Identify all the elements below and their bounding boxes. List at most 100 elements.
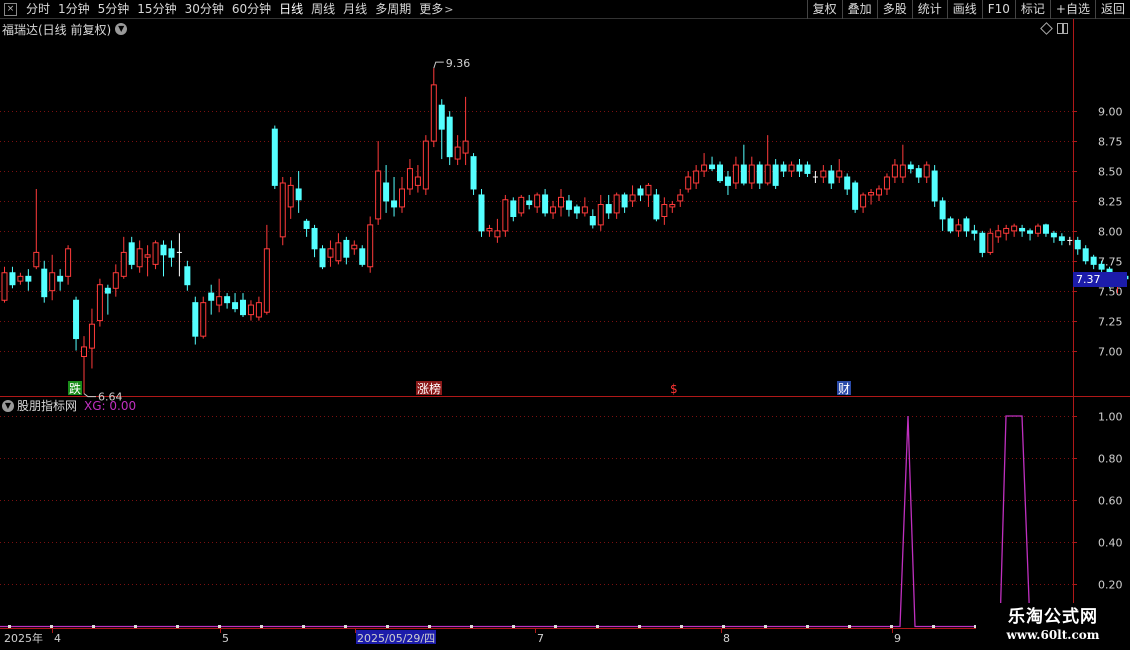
candle-body xyxy=(605,204,612,214)
candle-body xyxy=(88,323,95,349)
candle-body xyxy=(383,182,390,202)
candle-body xyxy=(836,170,843,178)
indicator-dot-marker xyxy=(890,625,893,628)
high-price-label: 9.36 xyxy=(446,57,471,70)
candle-body xyxy=(1003,227,1010,234)
candle-body xyxy=(136,248,143,268)
indicator-dot-marker xyxy=(680,625,683,628)
candle-body xyxy=(796,164,803,172)
candle-body xyxy=(327,248,334,258)
candle-body xyxy=(168,248,175,258)
candle-body xyxy=(828,170,835,184)
indicator-dot-marker xyxy=(932,625,935,628)
candle-body xyxy=(399,188,405,208)
candle-body xyxy=(478,194,485,232)
candle-body xyxy=(303,220,310,229)
candle-body xyxy=(987,232,994,253)
candle-body xyxy=(701,164,708,172)
price-axis-label: 7.50 xyxy=(1098,286,1123,299)
indicator-dot-marker xyxy=(764,625,767,628)
candle-body xyxy=(73,299,80,340)
candle-body xyxy=(995,230,1002,238)
candle-body xyxy=(33,251,40,268)
candle-body xyxy=(144,254,151,258)
indicator-dot-marker xyxy=(722,625,725,628)
indicator-dot-marker xyxy=(470,625,473,628)
candle-body xyxy=(494,230,501,238)
candle-body xyxy=(573,206,580,214)
candle-body xyxy=(971,230,978,234)
candle-body xyxy=(422,140,429,190)
candle-body xyxy=(963,218,970,232)
candle-body xyxy=(1019,227,1026,232)
candle-body xyxy=(764,164,771,184)
candle-body xyxy=(208,292,215,301)
indicator-dot-marker xyxy=(512,625,515,628)
candle-body xyxy=(979,232,986,253)
indicator-dot-marker xyxy=(8,625,11,628)
candle-body xyxy=(232,302,239,310)
candle-body xyxy=(1035,225,1041,234)
indicator-dot-marker xyxy=(596,625,599,628)
candle-body xyxy=(899,164,906,178)
candle-body xyxy=(81,346,87,358)
candle-body xyxy=(931,170,938,202)
candle-body xyxy=(637,188,644,196)
candle-body xyxy=(454,146,461,160)
xg-indicator-line xyxy=(0,415,1073,628)
candle-body xyxy=(613,194,620,214)
candle-body xyxy=(351,244,358,250)
watermark-url: www.60lt.com xyxy=(1006,628,1100,642)
candle-body xyxy=(1042,224,1049,234)
candle-body xyxy=(128,242,135,265)
price-axis-label: 8.25 xyxy=(1098,196,1123,209)
candle-body xyxy=(852,182,859,210)
candle-body xyxy=(311,227,318,250)
candle-body xyxy=(550,206,557,214)
indicator-axis-label: 0.20 xyxy=(1098,579,1123,592)
candle-body xyxy=(685,176,692,190)
candle-body xyxy=(502,199,509,232)
candle-body xyxy=(287,184,294,208)
candle-body xyxy=(112,272,119,289)
candle-body xyxy=(1058,236,1065,241)
high-marker-arrow xyxy=(433,61,444,69)
indicator-dot-marker xyxy=(554,625,557,628)
candle-body xyxy=(9,272,16,286)
indicator-dot-marker xyxy=(344,625,347,628)
candle-body xyxy=(669,204,676,208)
candle-body xyxy=(367,224,374,268)
candle-body xyxy=(319,248,326,268)
indicator-dot-marker xyxy=(638,625,641,628)
candle-body xyxy=(255,302,262,318)
candle-body xyxy=(391,200,398,208)
candle-body xyxy=(788,164,795,172)
candle-body xyxy=(526,200,533,206)
candle-body xyxy=(160,244,167,256)
date-axis-label: 2025年 xyxy=(4,631,43,645)
candle-body xyxy=(883,176,890,190)
candle-body xyxy=(947,218,954,232)
candle-body xyxy=(65,248,72,277)
candle-body xyxy=(645,184,652,196)
candle-body xyxy=(756,164,763,184)
indicator-dot-marker xyxy=(176,625,179,628)
indicator-dot-marker xyxy=(134,625,137,628)
watermark-title: 乐淘公式网 xyxy=(1008,607,1098,627)
candle-body xyxy=(438,104,445,130)
candle-body xyxy=(184,266,191,286)
price-axis-label: 9.00 xyxy=(1098,106,1123,119)
candle-body xyxy=(629,194,636,202)
candle-body xyxy=(534,194,541,208)
indicator-dot-marker xyxy=(428,625,431,628)
candle-body xyxy=(1011,225,1018,232)
indicator-dot-marker xyxy=(218,625,221,628)
candle-body xyxy=(216,296,223,306)
indicator-dot-marker xyxy=(386,625,389,628)
candle-body xyxy=(271,128,278,186)
low-price-label: 6.64 xyxy=(98,391,123,404)
candle-body xyxy=(677,194,684,202)
candle-body xyxy=(359,248,366,265)
candle-body xyxy=(200,302,207,337)
kline-chart[interactable]: 9.008.758.508.258.007.757.507.257.001.00… xyxy=(0,0,1130,650)
